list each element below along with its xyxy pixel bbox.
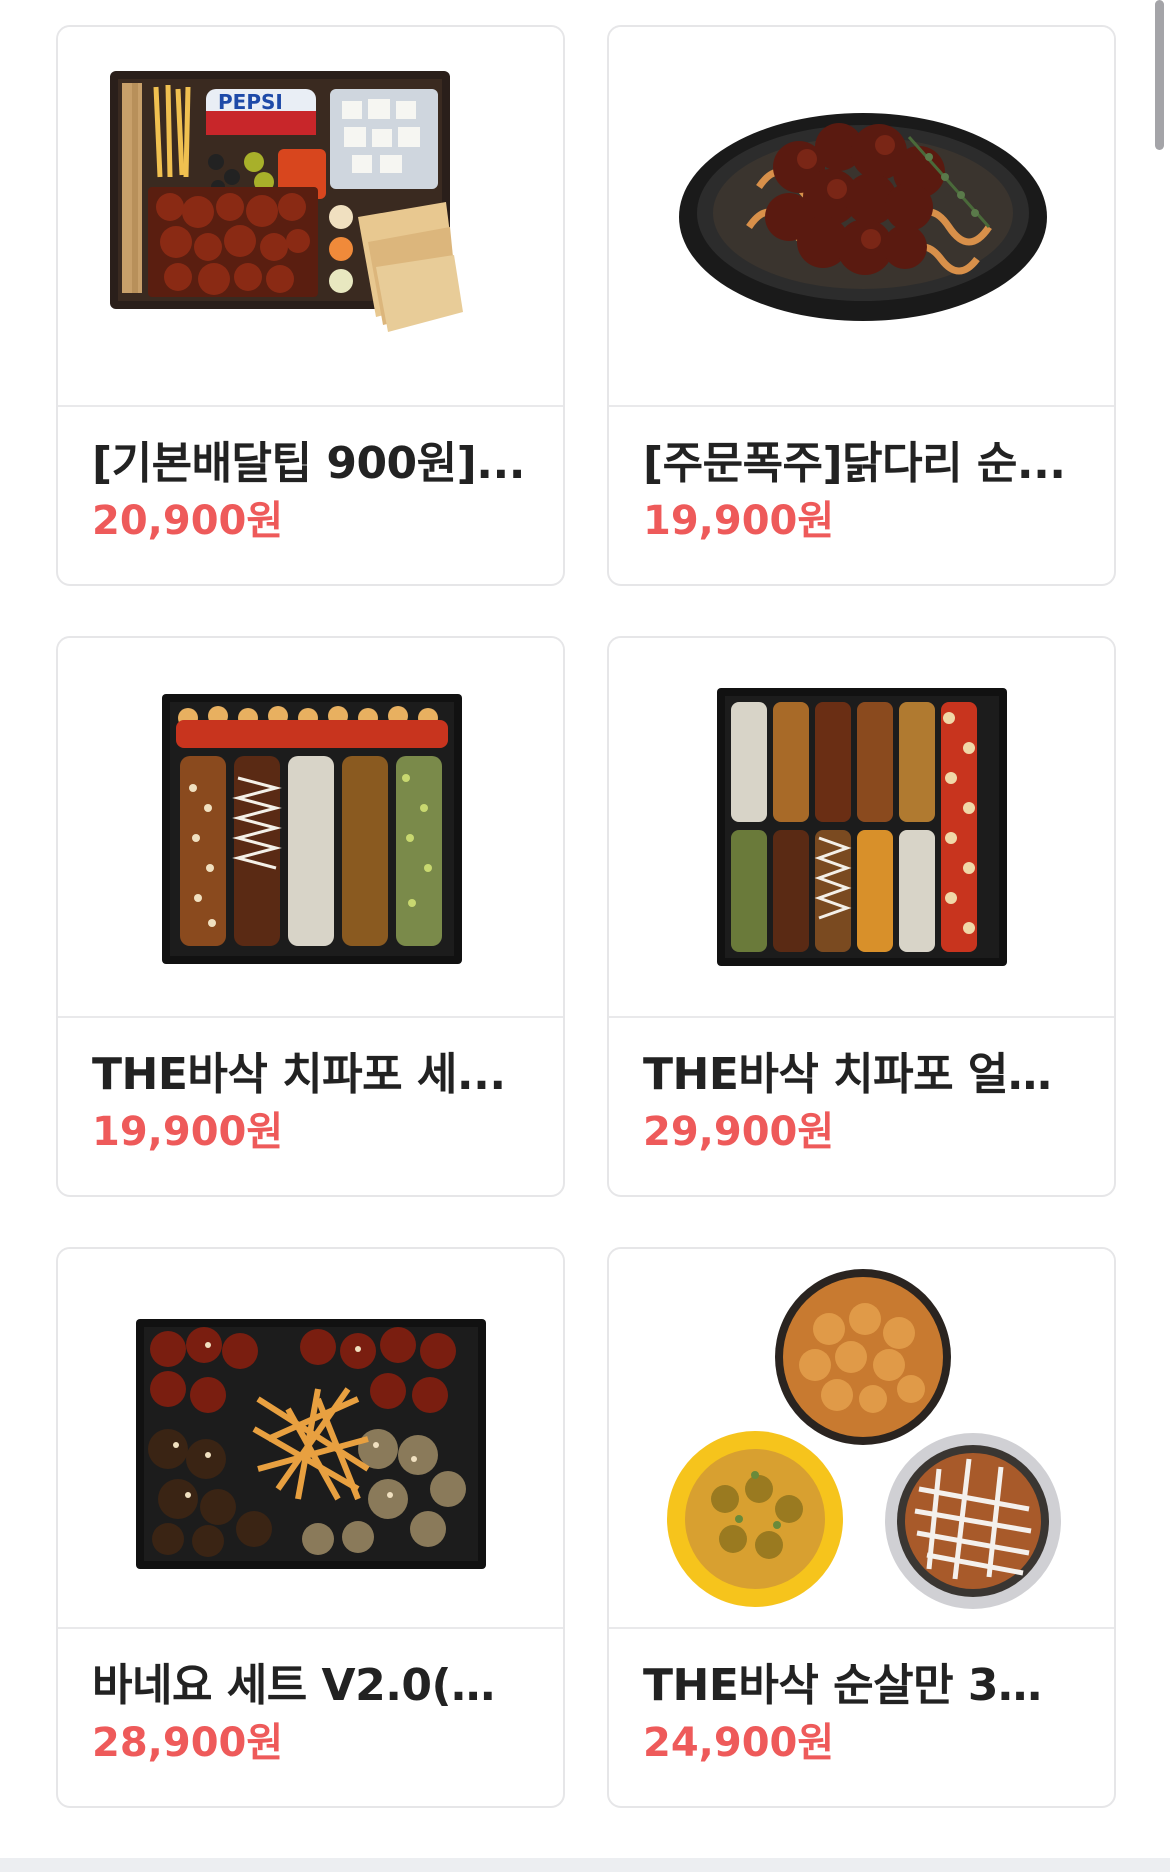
product-image[interactable] bbox=[58, 1249, 563, 1629]
chicken-tray-image bbox=[717, 688, 1007, 966]
product-list-page: PEPSI [기본배달팁 900원]... 20,900원 [주문폭주]닭다리 … bbox=[0, 0, 1170, 1872]
product-card[interactable]: THE바삭 치파포 세... 19,900원 bbox=[56, 636, 565, 1197]
product-card[interactable]: [주문폭주]닭다리 순... 19,900원 bbox=[607, 25, 1116, 586]
product-card[interactable]: 바네요 세트 V2.0(바... 28,900원 bbox=[56, 1247, 565, 1808]
product-image[interactable] bbox=[58, 638, 563, 1018]
product-card[interactable]: THE바삭 순살만 3가... 24,900원 bbox=[607, 1247, 1116, 1808]
product-name: [기본배달팁 900원]... bbox=[92, 438, 525, 489]
bottom-bar bbox=[0, 1858, 1170, 1872]
product-card[interactable]: THE바삭 치파포 얼티밋 29,900원 bbox=[607, 636, 1116, 1197]
product-price: 24,900원 bbox=[643, 1720, 835, 1766]
product-name: THE바삭 치파포 얼티밋 bbox=[643, 1049, 1080, 1100]
three-bowls-image bbox=[667, 1269, 1061, 1609]
product-name: 바네요 세트 V2.0(바... bbox=[92, 1660, 529, 1711]
chicken-plate-image bbox=[679, 113, 1047, 321]
product-image[interactable] bbox=[609, 27, 1114, 407]
product-price: 29,900원 bbox=[643, 1109, 835, 1155]
scrollbar[interactable] bbox=[1155, 0, 1164, 150]
chicken-tray-image bbox=[162, 694, 462, 964]
svg-text:PEPSI: PEPSI bbox=[218, 90, 283, 114]
product-price: 20,900원 bbox=[92, 498, 284, 544]
product-image[interactable] bbox=[609, 1249, 1114, 1629]
product-price: 19,900원 bbox=[92, 1109, 284, 1155]
product-price: 19,900원 bbox=[643, 498, 835, 544]
chicken-fries-tray-image bbox=[136, 1319, 486, 1569]
bento-box-image: PEPSI bbox=[110, 71, 463, 332]
product-grid: PEPSI [기본배달팁 900원]... 20,900원 [주문폭주]닭다리 … bbox=[56, 25, 1116, 1808]
product-name: [주문폭주]닭다리 순... bbox=[643, 438, 1066, 489]
product-name: THE바삭 치파포 세... bbox=[92, 1049, 506, 1100]
product-image[interactable]: PEPSI bbox=[58, 27, 563, 407]
product-price: 28,900원 bbox=[92, 1720, 284, 1766]
product-card[interactable]: PEPSI [기본배달팁 900원]... 20,900원 bbox=[56, 25, 565, 586]
product-image[interactable] bbox=[609, 638, 1114, 1018]
product-name: THE바삭 순살만 3가... bbox=[643, 1660, 1080, 1711]
